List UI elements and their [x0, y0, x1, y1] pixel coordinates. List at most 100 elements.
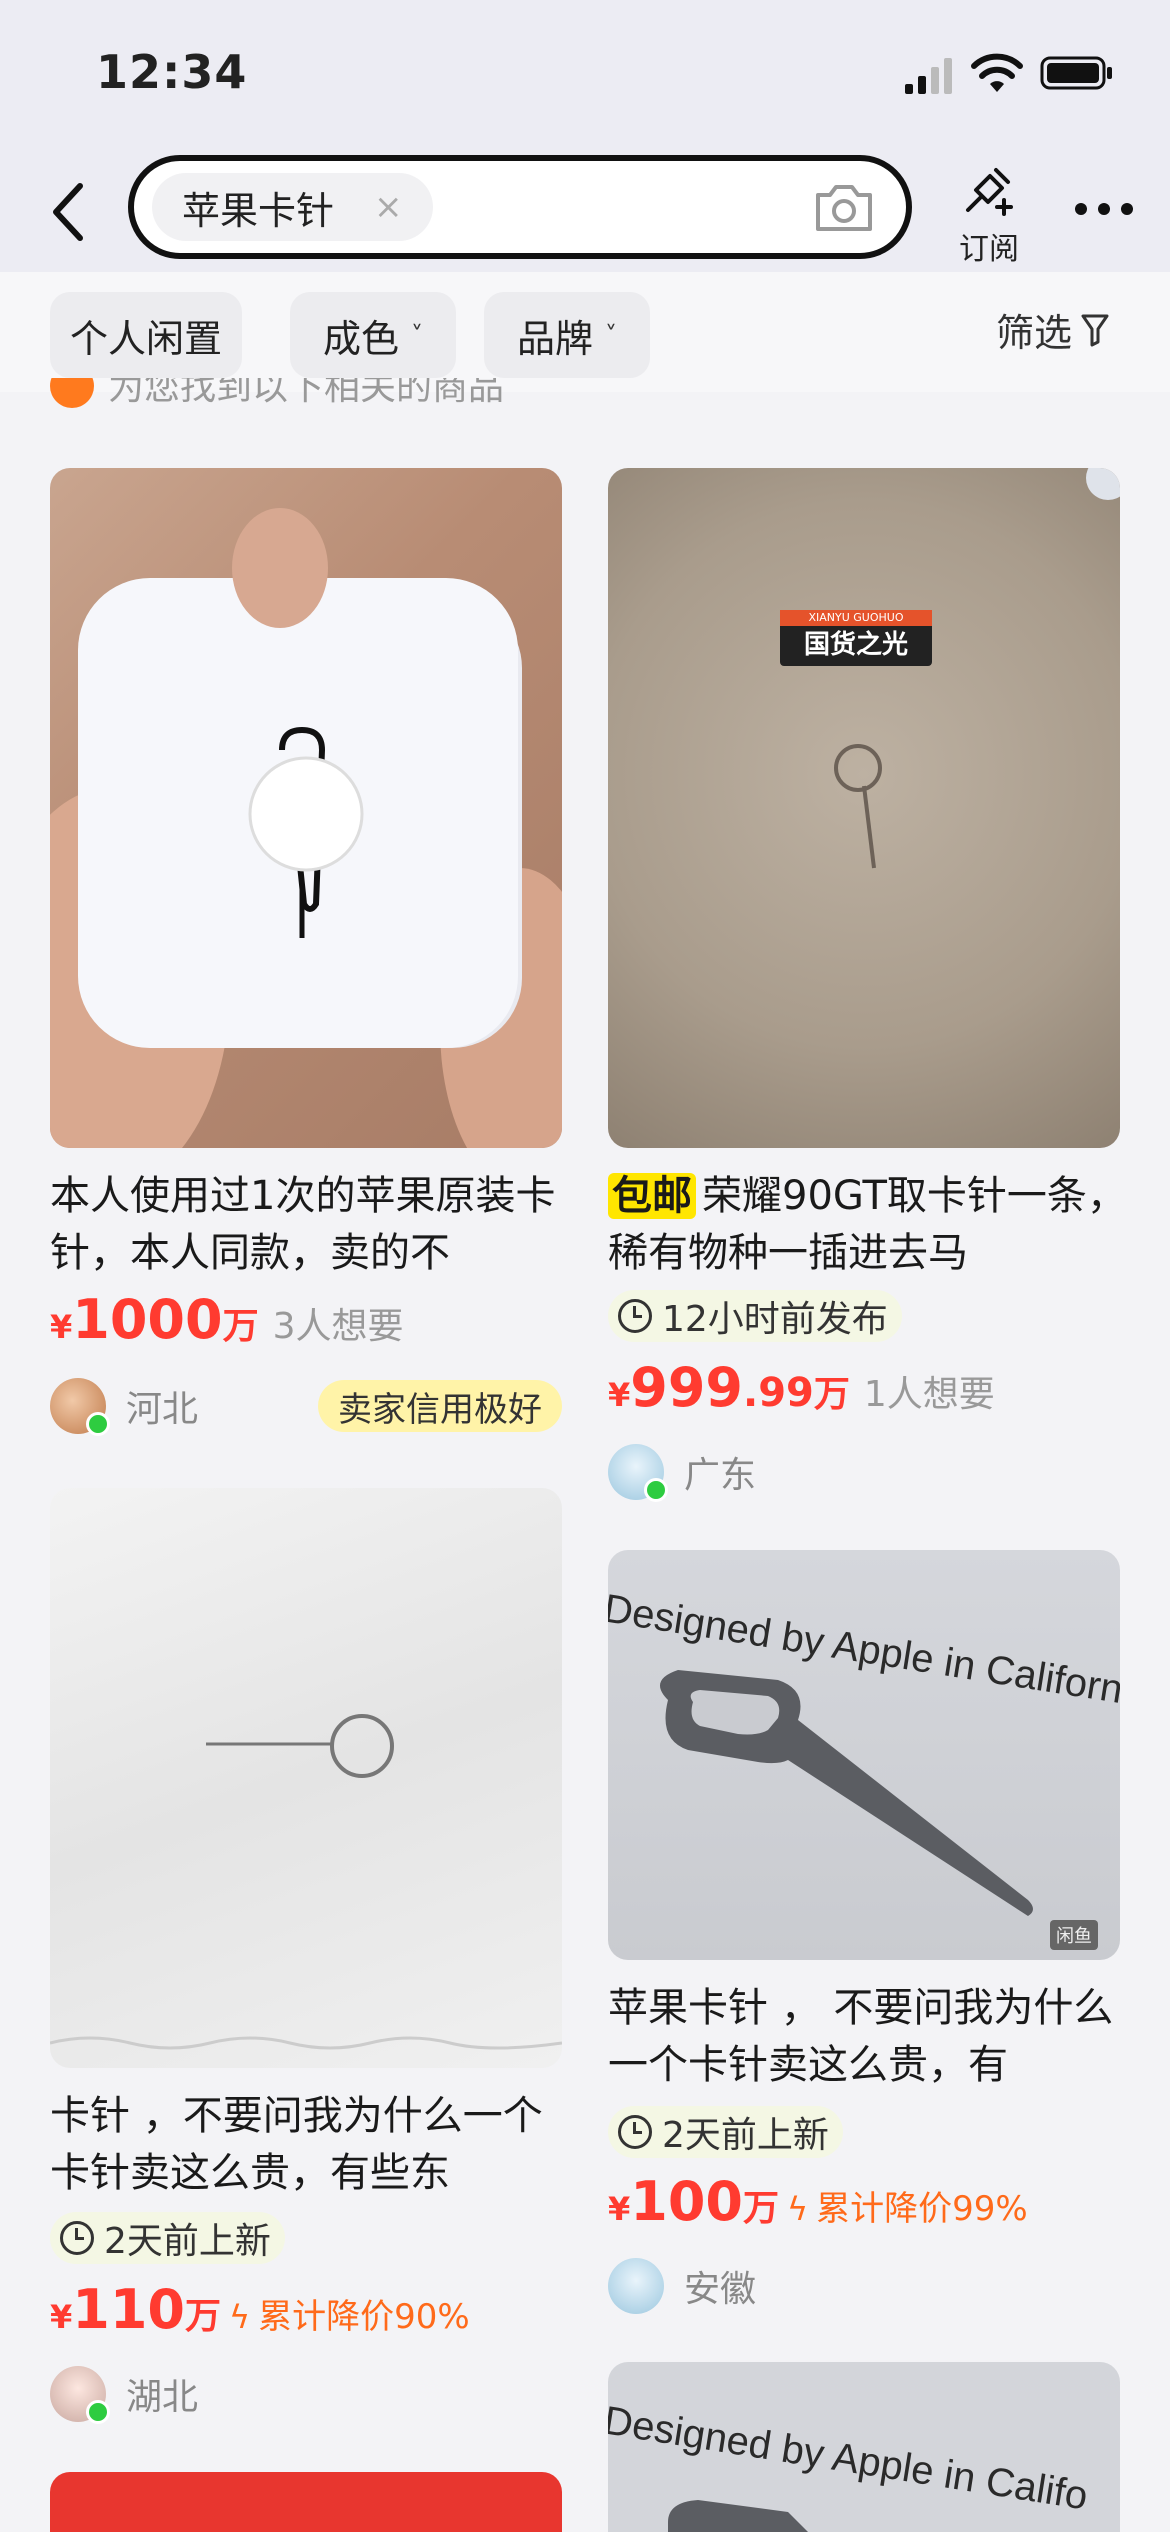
online-dot	[86, 1412, 110, 1436]
search-header: 苹果卡针 × 订阅	[0, 150, 1170, 272]
seller-info[interactable]: 安徽	[608, 2256, 756, 2316]
price-unit: 万	[743, 2188, 780, 2229]
filter-bar: 个人闲置 成色 ˅ 品牌 ˅ 筛选	[0, 272, 1170, 392]
filter-label: 个人闲置	[69, 316, 222, 361]
time-text: 2天前上新	[104, 2221, 271, 2262]
search-keyword-chip[interactable]: 苹果卡针 ×	[152, 173, 433, 241]
filter-label: 品牌	[516, 316, 593, 361]
product-image[interactable]: XIANYU GUOHUO 国货之光	[608, 468, 1120, 1148]
product-card-partial[interactable]: Designed by Apple in Califo	[608, 2362, 1120, 2532]
seller-info[interactable]: 湖北	[50, 2364, 198, 2424]
status-bar: 12:34	[0, 0, 1170, 150]
product-card[interactable]: Designed by Apple in California 闲鱼 苹果卡针 …	[608, 1550, 1120, 2314]
product-image[interactable]	[50, 1488, 562, 2068]
avatar[interactable]	[608, 1444, 668, 1502]
price-number: 1000	[72, 1288, 223, 1351]
currency: ¥	[608, 2190, 631, 2228]
screen-filter-button[interactable]: 筛选	[996, 302, 1110, 357]
product-title[interactable]: 本人使用过1次的苹果原装卡针，本人同款，卖的不	[50, 1168, 570, 1282]
product-card[interactable]: 本人使用过1次的苹果原装卡针，本人同款，卖的不 ¥ 1000 万 3人想要 河北…	[50, 468, 562, 1448]
clear-keyword-icon[interactable]: ×	[374, 187, 403, 227]
lightning-icon: ϟ	[229, 2298, 251, 2336]
time-tag: 2天前上新	[608, 2106, 843, 2158]
sim-tool-photo: Designed by Apple in California	[608, 1586, 1120, 1916]
battery-icon	[1040, 56, 1112, 90]
subscribe-label: 订阅	[959, 232, 1019, 267]
search-keyword: 苹果卡针	[182, 188, 335, 233]
back-arrow-icon[interactable]	[46, 180, 90, 244]
product-image[interactable]	[50, 468, 562, 1148]
price-unit: 万	[813, 1374, 850, 1415]
credit-badge: 卖家信用极好	[318, 1380, 562, 1432]
free-shipping-tag: 包邮	[608, 1173, 696, 1219]
results-tip: 为您找到以下相关的商品	[50, 378, 670, 408]
chevron-down-icon: ˅	[605, 321, 617, 349]
sim-tool-photo	[834, 468, 1120, 869]
price-drop: 累计降价90%	[258, 2297, 470, 2337]
product-price: ¥ 100 万 ϟ 累计降价99%	[608, 2170, 1028, 2233]
currency: ¥	[50, 2298, 73, 2336]
seller-info[interactable]: 广东	[608, 1442, 756, 1502]
badge-text: 国货之光	[803, 630, 908, 660]
search-input[interactable]: 苹果卡针 ×	[128, 155, 912, 259]
online-dot	[644, 1478, 668, 1502]
img-engraving: Designed by Apple in Califo	[608, 2398, 1091, 2518]
tip-text: 为您找到以下相关的商品	[108, 378, 505, 408]
watermark: 闲鱼	[1050, 1920, 1098, 1950]
product-card[interactable]: 卡针 ，不要问我为什么一个卡针卖这么贵，有些东 2天前上新 ¥ 110 万 ϟ …	[50, 1488, 562, 2438]
seller-info[interactable]: 河北 卖家信用极好	[50, 1376, 562, 1436]
signal-icon	[905, 58, 952, 94]
filter-brand[interactable]: 品牌 ˅	[484, 292, 650, 378]
badge-subtext: XIANYU GUOHUO	[780, 610, 932, 626]
tip-icon	[50, 378, 94, 408]
status-time: 12:34	[96, 45, 248, 99]
time-text: 2天前上新	[662, 2115, 829, 2156]
clock-icon	[618, 2115, 652, 2149]
product-title[interactable]: 苹果卡针 ， 不要问我为什么一个卡针卖这么贵，有	[608, 1980, 1128, 2094]
product-price: ¥ 110 万 ϟ 累计降价90%	[50, 2278, 470, 2341]
price-decimal: .99	[743, 1370, 814, 1416]
price-unit: 万	[222, 1306, 259, 1347]
time-tag: 12小时前发布	[608, 1290, 902, 1342]
camera-icon[interactable]	[812, 179, 876, 235]
avatar[interactable]	[50, 2366, 110, 2424]
seller-location: 湖北	[126, 2377, 199, 2418]
img-badge: XIANYU GUOHUO 国货之光	[780, 610, 932, 666]
product-title[interactable]: 包邮 荣耀90GT取卡针一条，稀有物种一插进去马	[608, 1168, 1128, 1282]
want-count: 1人想要	[863, 1374, 995, 1415]
product-image[interactable]: Designed by Apple in California 闲鱼	[608, 1550, 1120, 1960]
subscribe-button[interactable]: 订阅	[959, 160, 1019, 267]
screen-label: 筛选	[995, 311, 1072, 355]
lightning-icon: ϟ	[787, 2190, 809, 2228]
funnel-icon	[1081, 314, 1109, 346]
seller-location: 河北	[126, 1389, 199, 1430]
price-number: 999	[630, 1356, 743, 1419]
pin-icon	[966, 168, 1013, 216]
filter-condition[interactable]: 成色 ˅	[290, 292, 456, 378]
wifi-icon	[971, 53, 1023, 92]
product-card-partial[interactable]	[50, 2472, 562, 2532]
product-price: ¥ 1000 万 3人想要	[50, 1288, 403, 1351]
chevron-down-icon: ˅	[411, 321, 423, 349]
product-price: ¥ 999 .99 万 1人想要	[608, 1356, 995, 1419]
sim-tool-photo	[50, 1714, 562, 2050]
time-text: 12小时前发布	[662, 1299, 888, 1340]
time-tag: 2天前上新	[50, 2212, 285, 2264]
avatar[interactable]	[50, 1378, 110, 1436]
filter-personal-idle[interactable]: 个人闲置	[50, 292, 242, 378]
price-unit: 万	[185, 2296, 222, 2337]
product-card[interactable]: XIANYU GUOHUO 国货之光 包邮 荣耀90GT取卡针一条，稀有物种一插进…	[608, 468, 1127, 1518]
price-number: 100	[630, 2170, 743, 2233]
avatar[interactable]	[608, 2258, 664, 2314]
sim-tool-photo: Designed by Apple in Califo	[608, 2398, 1091, 2532]
clock-icon	[618, 1299, 652, 1333]
want-count: 3人想要	[272, 1306, 404, 1347]
price-drop: 累计降价99%	[816, 2189, 1028, 2229]
currency: ¥	[608, 1376, 631, 1414]
online-dot	[86, 2400, 110, 2424]
more-icon[interactable]	[1074, 202, 1134, 216]
filter-label: 成色	[322, 316, 399, 361]
product-title[interactable]: 卡针 ，不要问我为什么一个卡针卖这么贵，有些东	[50, 2088, 570, 2202]
price-number: 110	[72, 2278, 185, 2341]
seller-location: 广东	[684, 1455, 757, 1496]
